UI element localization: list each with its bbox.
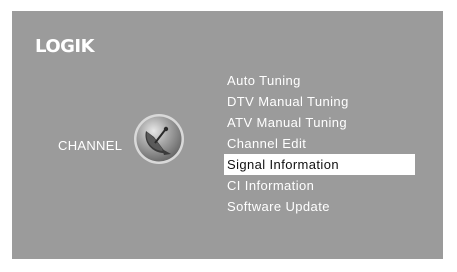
brand-logo: LOGIK xyxy=(35,36,95,57)
menu-item-ci-information[interactable]: CI Information xyxy=(224,175,415,196)
satellite-dish-icon xyxy=(134,114,184,164)
tv-menu-screen: LOGIK CHANNEL Auto Tuning DTV Manual Tuni… xyxy=(12,11,443,259)
category-label: CHANNEL xyxy=(58,138,123,153)
menu-item-signal-information[interactable]: Signal Information xyxy=(224,154,415,175)
menu-item-channel-edit[interactable]: Channel Edit xyxy=(224,133,415,154)
menu-item-atv-manual-tuning[interactable]: ATV Manual Tuning xyxy=(224,112,415,133)
menu-item-software-update[interactable]: Software Update xyxy=(224,196,415,217)
menu-item-dtv-manual-tuning[interactable]: DTV Manual Tuning xyxy=(224,91,415,112)
menu-item-auto-tuning[interactable]: Auto Tuning xyxy=(224,70,415,91)
channel-menu: Auto Tuning DTV Manual Tuning ATV Manual T… xyxy=(224,70,415,217)
